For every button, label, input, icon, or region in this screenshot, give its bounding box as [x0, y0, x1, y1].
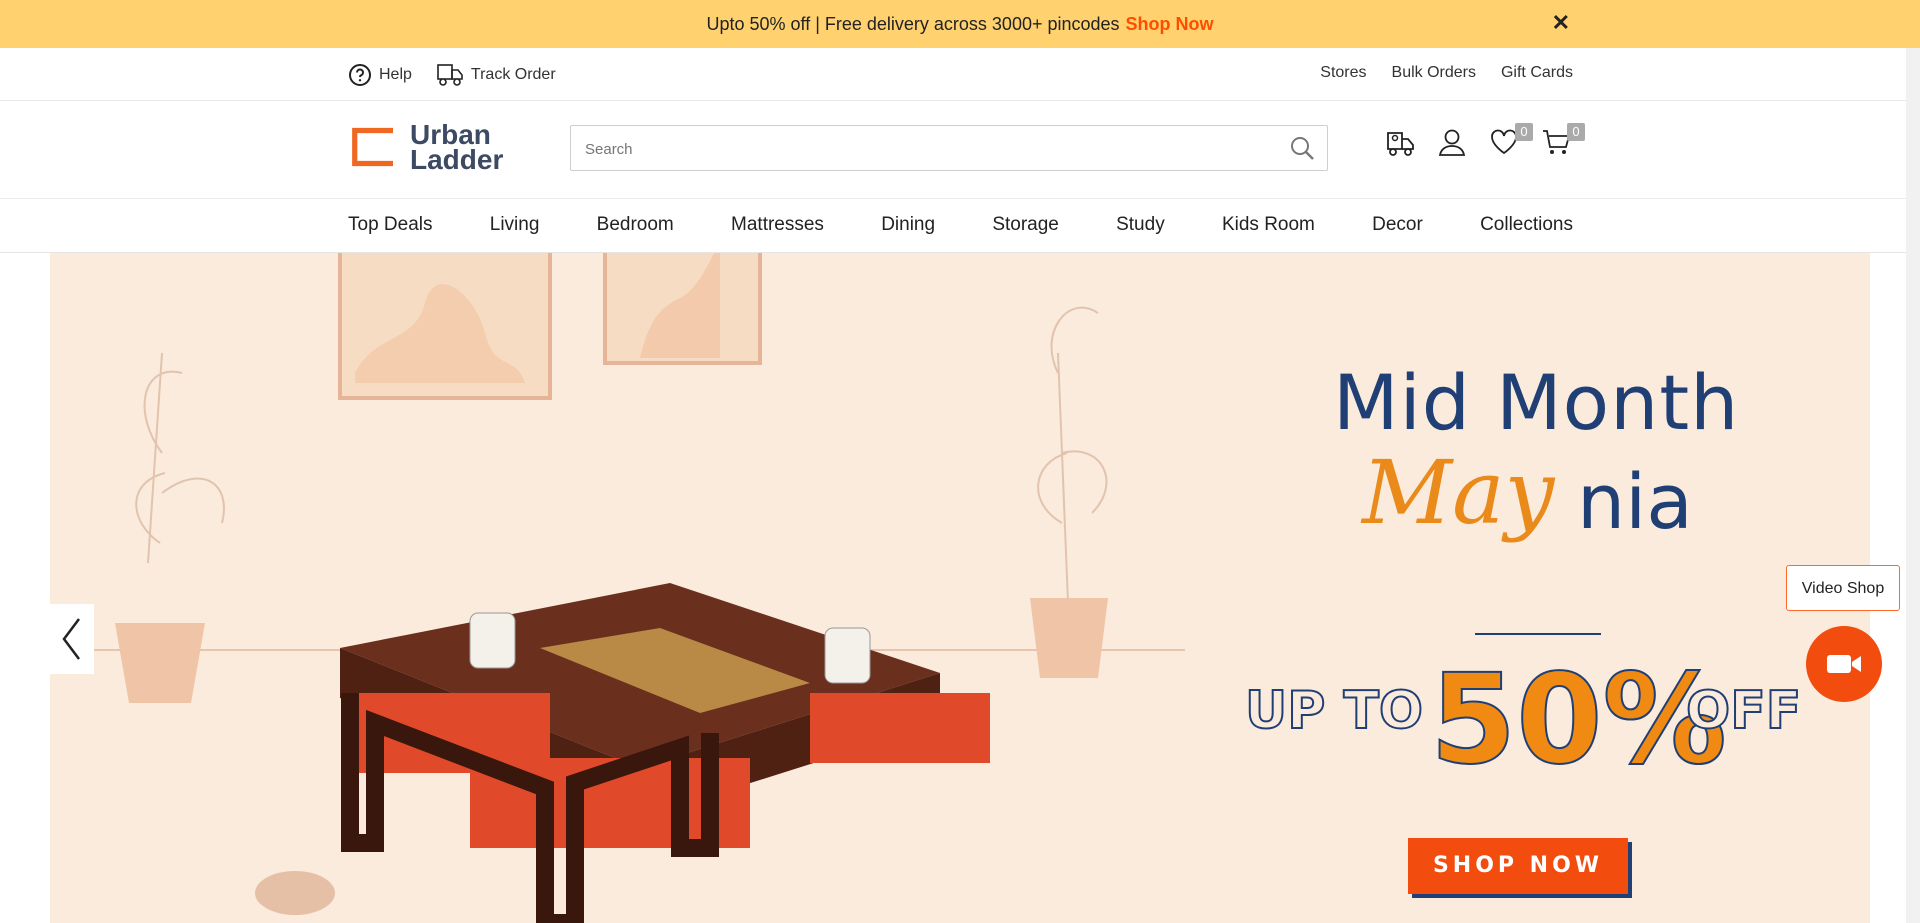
announcement-bar: Upto 50% off | Free delivery across 3000… — [0, 0, 1920, 48]
truck-icon — [437, 64, 463, 86]
search-box — [570, 125, 1328, 172]
nav-item-living[interactable]: Living — [490, 214, 540, 236]
close-icon[interactable]: ✕ — [1552, 10, 1570, 36]
hero-divider — [1475, 633, 1601, 635]
wishlist-button[interactable]: 0 — [1489, 123, 1533, 161]
brand-logo[interactable]: Urban Ladder — [348, 121, 504, 175]
track-order-header-button[interactable] — [1385, 127, 1415, 161]
truck-location-icon — [1387, 132, 1414, 156]
account-button[interactable] — [1437, 127, 1467, 161]
video-shop-label[interactable]: Video Shop — [1786, 565, 1900, 611]
nav-item-storage[interactable]: Storage — [992, 214, 1059, 236]
category-nav: Top Deals Living Bedroom Mattresses Dini… — [0, 198, 1920, 253]
track-order-link[interactable]: Track Order — [436, 62, 556, 88]
stores-link[interactable]: Stores — [1320, 64, 1366, 82]
offer-prefix: UP TO — [1244, 680, 1424, 742]
announcement-shop-now-link[interactable]: Shop Now — [1126, 14, 1214, 35]
main-header: Urban Ladder 0 0 — [0, 100, 1920, 199]
search-icon[interactable] — [1289, 135, 1315, 161]
wishlist-count-badge: 0 — [1515, 123, 1533, 141]
cart-count-badge: 0 — [1567, 123, 1585, 141]
nav-item-dining[interactable]: Dining — [881, 214, 935, 236]
utility-bar: Help Track Order Stores Bulk Orders Gift… — [0, 48, 1920, 101]
hero-illustration — [90, 253, 1185, 923]
search-input[interactable] — [571, 126, 1267, 172]
page-scrollbar[interactable] — [1906, 48, 1920, 923]
nav-item-decor[interactable]: Decor — [1372, 214, 1423, 236]
nav-item-top-deals[interactable]: Top Deals — [348, 214, 433, 236]
nav-item-mattresses[interactable]: Mattresses — [731, 214, 824, 236]
help-link[interactable]: Help — [348, 63, 412, 87]
hero-banner[interactable]: Mid Month May nia UP TO 50% OFF SHOP NOW — [50, 253, 1870, 923]
cart-button[interactable]: 0 — [1541, 123, 1585, 161]
hero-headline-line1: Mid Month — [1333, 358, 1740, 447]
user-icon — [1438, 129, 1466, 156]
hero-headline-nia: nia — [1577, 457, 1693, 546]
carousel-prev-button[interactable] — [50, 604, 94, 674]
nav-item-study[interactable]: Study — [1116, 214, 1165, 236]
help-label: Help — [379, 66, 412, 83]
video-camera-icon — [1827, 655, 1861, 673]
offer-percentage: 50% — [1429, 647, 1728, 793]
bulk-orders-link[interactable]: Bulk Orders — [1392, 64, 1476, 82]
nav-item-bedroom[interactable]: Bedroom — [597, 214, 674, 236]
offer-suffix: OFF — [1685, 680, 1802, 742]
track-order-label: Track Order — [470, 66, 556, 83]
chevron-left-icon — [62, 618, 80, 660]
brand-name-line2: Ladder — [410, 144, 504, 175]
shop-now-button[interactable]: SHOP NOW — [1408, 838, 1628, 894]
hero-headline-may: May — [1362, 441, 1555, 544]
help-icon — [349, 64, 371, 86]
nav-item-kids-room[interactable]: Kids Room — [1222, 214, 1315, 236]
video-shop-button[interactable] — [1806, 626, 1882, 702]
gift-cards-link[interactable]: Gift Cards — [1501, 64, 1573, 82]
nav-item-collections[interactable]: Collections — [1480, 214, 1573, 236]
announcement-text: Upto 50% off | Free delivery across 3000… — [706, 13, 1120, 34]
logo-mark-icon — [352, 127, 393, 167]
